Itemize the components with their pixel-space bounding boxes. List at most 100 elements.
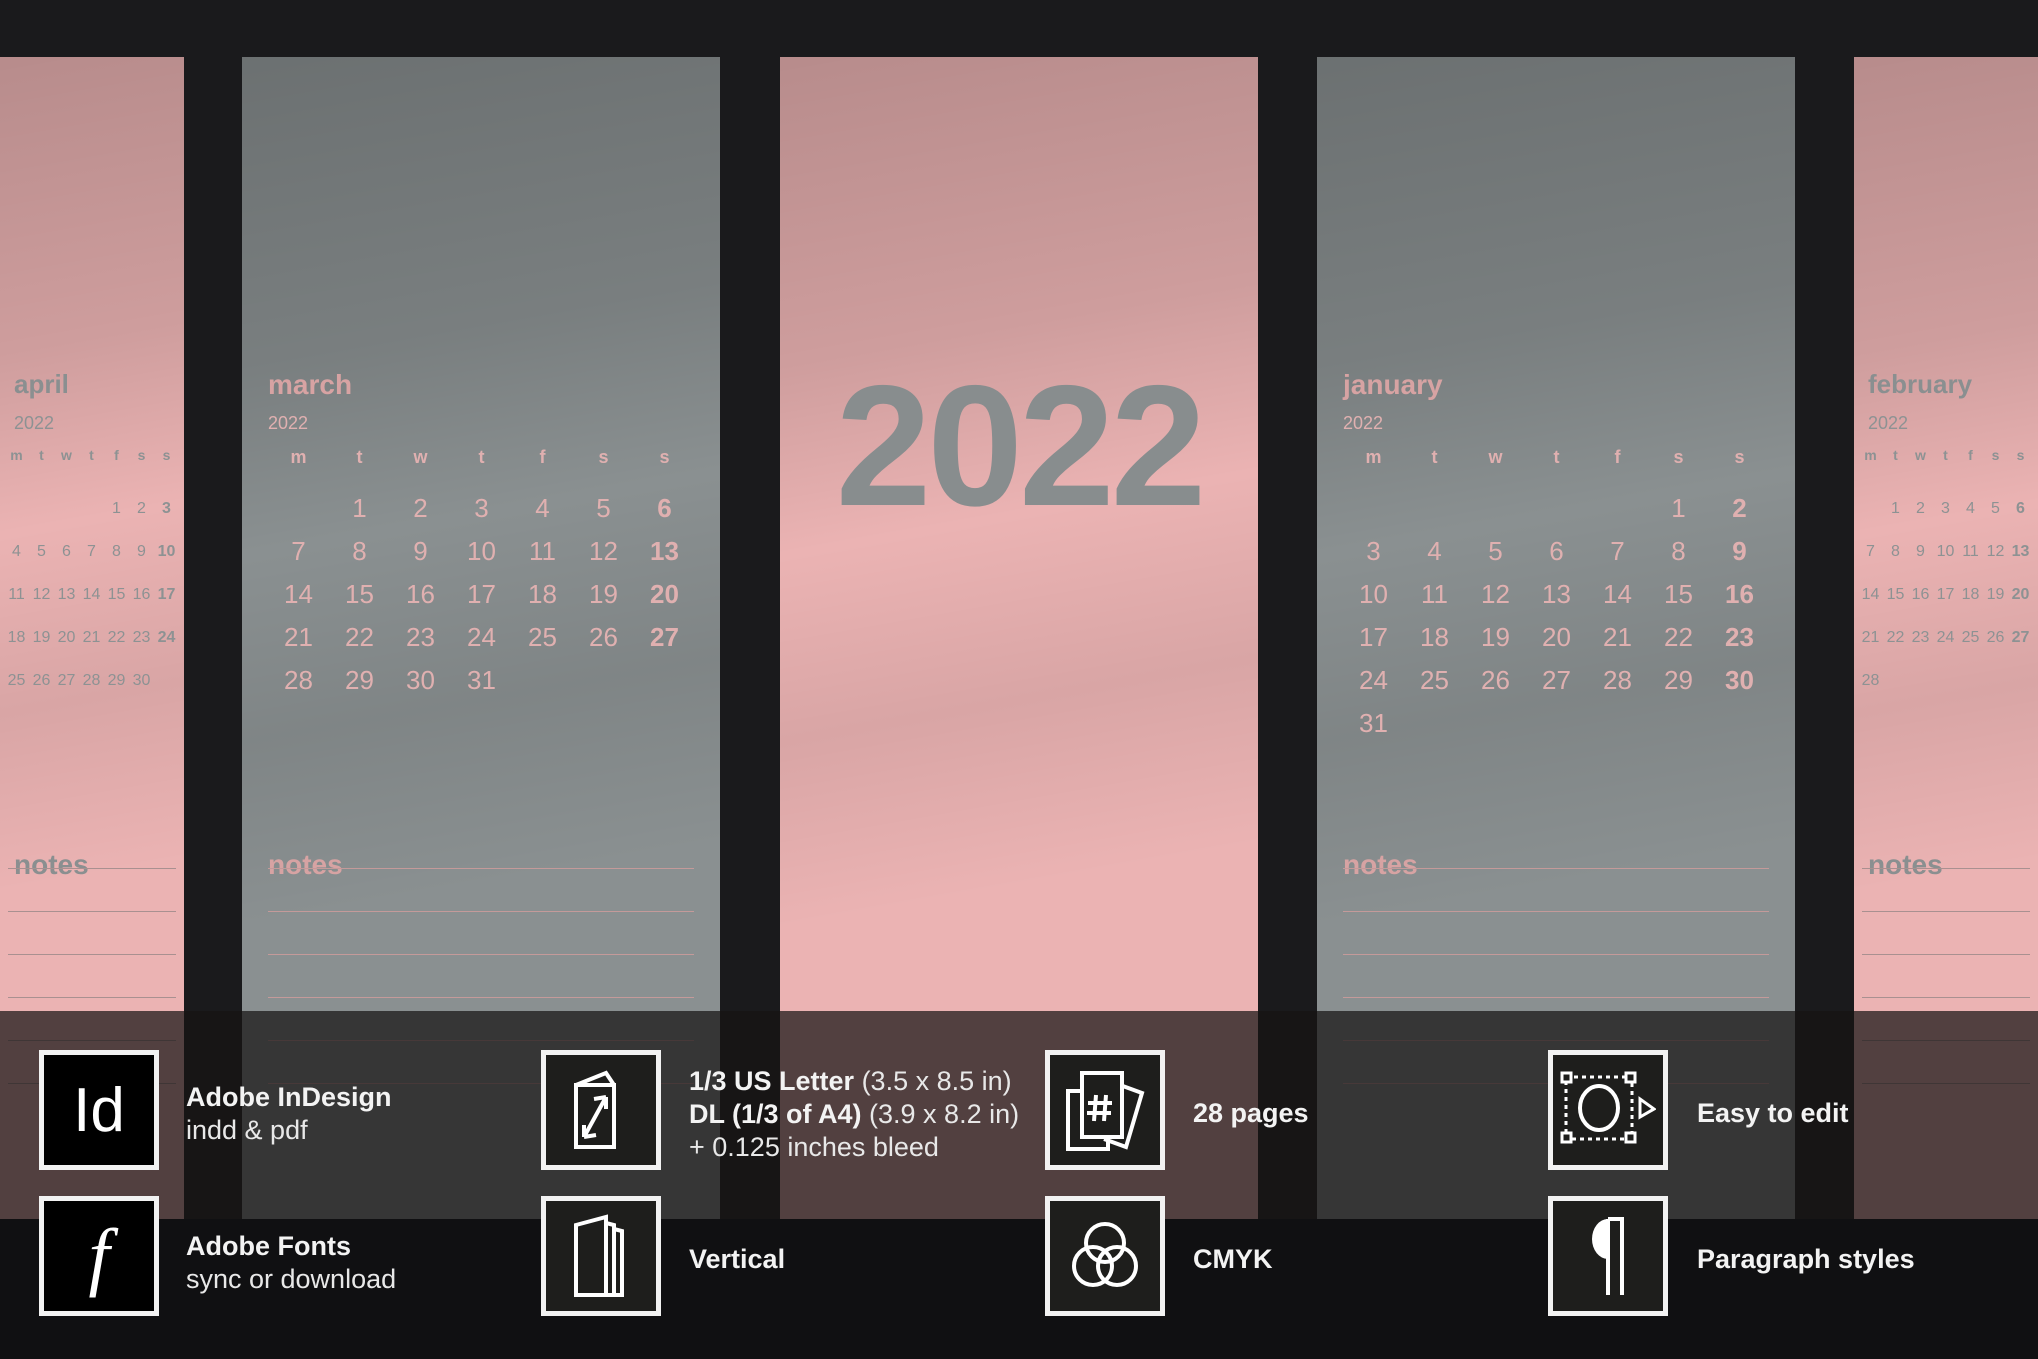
calendar-day: 23 (406, 622, 435, 652)
weekday-header: mtwtfss (268, 447, 695, 473)
calendar-day: 28 (82, 671, 101, 689)
weekday-label: f (539, 447, 546, 467)
calendar-day: 20 (1542, 622, 1571, 652)
calendar-day: 15 (345, 579, 374, 609)
weekday-label: s (1673, 447, 1684, 467)
feature-title: CMYK (1193, 1244, 1273, 1274)
calendar-week: 17 18 19 20 21 22 23 (1343, 616, 1770, 659)
calendar-day: 1 (1671, 493, 1686, 523)
calendar-day: 3 (162, 499, 171, 517)
calendar-day: 7 (87, 542, 96, 560)
calendar-week: 21 22 23 24 25 26 27 (1858, 616, 2033, 659)
calendar-day: 11 (1962, 542, 1979, 560)
calendar-grid: m t w t f s s 1 2 3 4 5 6 7 8 9 10 11 12 13 14 15 16 17 18 19 20 21… (268, 447, 695, 702)
calendar-day: 24 (467, 622, 496, 652)
feature-cmyk: CMYK (1193, 1243, 1273, 1276)
calendar-day: 11 (8, 585, 25, 603)
month-title: april (14, 369, 69, 399)
feature-title: Paragraph styles (1697, 1244, 1915, 1274)
calendar-day: 28 (1603, 665, 1632, 695)
calendar-day: 15 (1664, 579, 1693, 609)
calendar-week: 21 22 23 24 25 26 27 (268, 616, 695, 659)
pilcrow-icon (1548, 1196, 1668, 1316)
calendar-day: 9 (1732, 536, 1747, 566)
adobe-fonts-icon: f (39, 1196, 159, 1316)
calendar-day: 12 (589, 536, 618, 566)
feature-indesign: Adobe InDesign indd & pdf (186, 1081, 392, 1147)
notes-label: notes (14, 849, 89, 880)
weekday-label: t (1431, 447, 1438, 467)
notes-line (1862, 911, 2030, 912)
calendar-day: 24 (1936, 628, 1955, 646)
size-dl-dims: (3.9 x 8.2 in) (861, 1099, 1020, 1129)
calendar-day: 4 (1966, 499, 1975, 517)
calendar-day: 30 (406, 665, 435, 695)
calendar-week: 28 29 30 31 (268, 659, 695, 702)
calendar-day: 23 (1911, 628, 1930, 646)
weekday-label: s (2016, 447, 2025, 463)
notes-line (1862, 868, 2030, 869)
calendar-day: 17 (467, 579, 496, 609)
feature-vertical: Vertical (689, 1243, 785, 1276)
resize-page-icon (541, 1050, 661, 1170)
weekday-label: t (1893, 447, 1898, 463)
calendar-day: 12 (32, 585, 51, 603)
notes-line (1343, 954, 1769, 955)
month-title: march (268, 369, 353, 400)
calendar-day: 25 (7, 671, 26, 689)
feature-subtitle: sync or download (186, 1264, 397, 1294)
feature-pages: 28 pages (1193, 1097, 1309, 1130)
weekday-label: f (1614, 447, 1621, 467)
calendar-day: 5 (37, 542, 46, 560)
month-year: 2022 (268, 413, 309, 433)
feature-title: Adobe InDesign (186, 1082, 392, 1112)
calendar-day: 31 (467, 665, 496, 695)
calendar-day: 27 (1542, 665, 1571, 695)
calendar-day: 18 (528, 579, 557, 609)
calendar-day: 10 (1936, 542, 1955, 560)
calendar-week: 14 15 16 17 18 19 20 (1858, 573, 2033, 616)
calendar-day: 2 (1732, 493, 1747, 523)
calendar-day: 6 (62, 542, 71, 560)
calendar-day: 14 (82, 585, 101, 603)
calendar-day: 24 (1359, 665, 1388, 695)
calendar-grid: m t w t f s s 1 2 3 4 5 6 7 8 9 10 11 12 13 14 15 16 17 18 19 20 21… (1858, 447, 2033, 702)
calendar-week: 25 26 27 28 29 30 (4, 659, 179, 702)
notes-line (8, 954, 176, 955)
calendar-day: 14 (1603, 579, 1632, 609)
calendar-day: 6 (657, 493, 672, 523)
feature-subtitle: indd & pdf (186, 1115, 308, 1145)
calendar-day: 27 (2011, 628, 2030, 646)
calendar-day: 2 (1916, 499, 1925, 517)
calendar-day: 14 (1861, 585, 1880, 603)
calendar-day: 13 (1542, 579, 1571, 609)
calendar-day: 19 (1481, 622, 1510, 652)
calendar-week: 123 (4, 487, 179, 530)
notes-label: notes (1868, 849, 1943, 880)
calendar-week: 28 (1858, 659, 2033, 702)
calendar-day: 16 (406, 579, 435, 609)
indesign-glyph: Id (73, 1075, 125, 1145)
calendar-day: 10 (157, 542, 176, 560)
weekday-label: s (137, 447, 146, 463)
calendar-day: 27 (57, 671, 76, 689)
calendar-day: 29 (1664, 665, 1693, 695)
cover-year: 2022 (835, 350, 1207, 542)
calendar-week: 123456 (1858, 487, 2033, 530)
calendar-day: 5 (596, 493, 611, 523)
calendar-week: 14 15 16 17 18 19 20 (268, 573, 695, 616)
size-dl: DL (1/3 of A4) (689, 1099, 862, 1129)
feature-title: 28 pages (1193, 1098, 1309, 1128)
calendar-day: 9 (137, 542, 146, 560)
month-title: february (1868, 369, 1973, 399)
calendar-day: 23 (132, 628, 151, 646)
calendar-day: 8 (352, 536, 367, 566)
calendar-week: 18 19 20 21 22 23 24 (4, 616, 179, 659)
calendar-day: 26 (1481, 665, 1510, 695)
calendar-week: 10 11 12 13 14 15 16 (1343, 573, 1770, 616)
month-year: 2022 (14, 413, 55, 433)
calendar-day: 5 (1488, 536, 1503, 566)
calendar-day: 25 (1961, 628, 1980, 646)
calendar-day: 7 (1866, 542, 1875, 560)
calendar-day: 12 (1986, 542, 2005, 560)
